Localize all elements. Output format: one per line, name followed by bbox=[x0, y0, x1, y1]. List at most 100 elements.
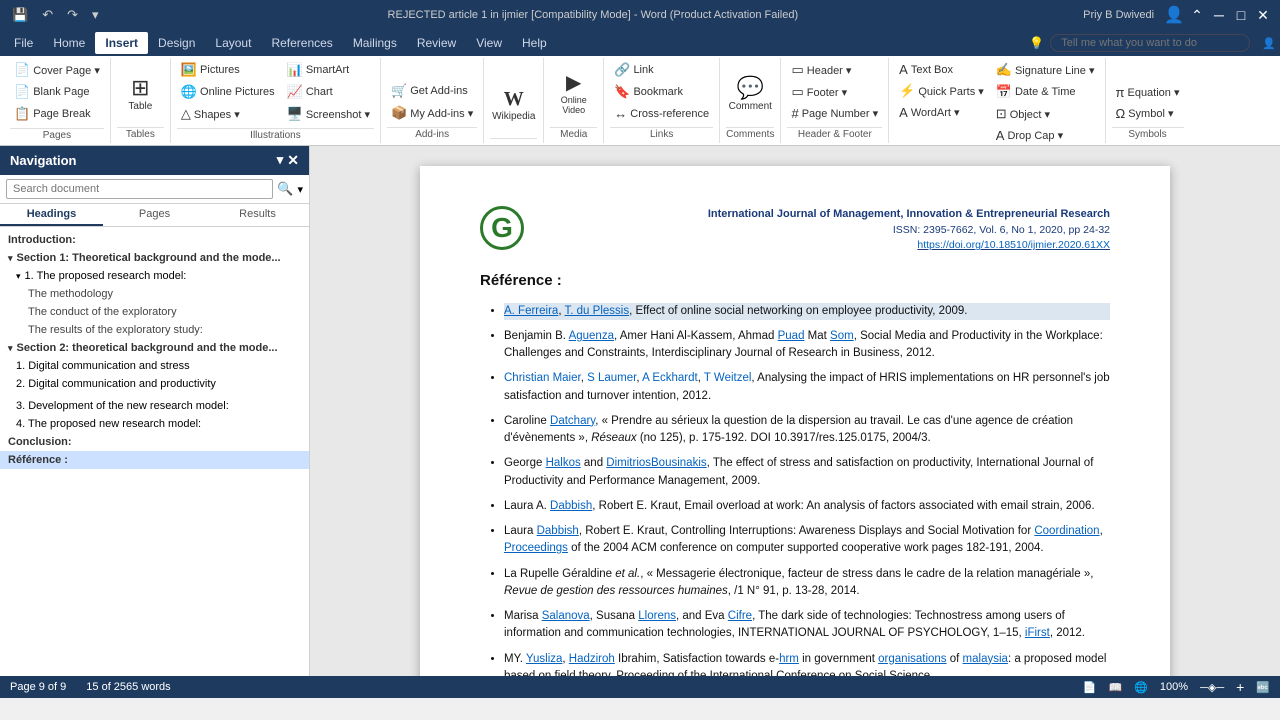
nav-item-conclusion[interactable]: Conclusion: bbox=[0, 433, 309, 451]
search-icon[interactable]: 🔍 bbox=[277, 181, 293, 197]
screenshot-button[interactable]: 🖥️ Screenshot ▾ bbox=[283, 104, 374, 124]
text-box-button[interactable]: A Text Box bbox=[895, 60, 988, 79]
nav-item-reference[interactable]: Référence : bbox=[0, 451, 309, 469]
tables-group-label: Tables bbox=[117, 127, 164, 141]
menu-review[interactable]: Review bbox=[407, 32, 466, 54]
maximize-button[interactable]: □ bbox=[1232, 6, 1250, 24]
ribbon-group-text: A Text Box ⚡ Quick Parts ▾ A WordArt ▾ ✍… bbox=[889, 58, 1105, 143]
search-dropdown-icon[interactable]: ▾ bbox=[297, 183, 303, 196]
nav-item-digital-stress[interactable]: 1. Digital communication and stress bbox=[0, 357, 309, 375]
nav-item-results[interactable]: The results of the exploratory study: bbox=[0, 321, 309, 339]
window-controls: Priy B Dwivedi 👤 ⌃ ─ □ ✕ bbox=[1083, 5, 1272, 25]
nav-tab-pages[interactable]: Pages bbox=[103, 204, 206, 226]
menu-help[interactable]: Help bbox=[512, 32, 557, 54]
list-item: MY. Yusliza, Hadziroh Ibrahim, Satisfact… bbox=[504, 651, 1110, 677]
drop-cap-button[interactable]: A Drop Cap ▾ bbox=[992, 126, 1099, 145]
language-indicator[interactable]: 🔤 bbox=[1256, 681, 1270, 694]
tell-me-input[interactable]: Tell me what you want to do bbox=[1050, 34, 1250, 52]
zoom-slider[interactable]: ─◈─ bbox=[1200, 681, 1224, 694]
nav-item-new-model[interactable]: 4. The proposed new research model: bbox=[0, 415, 309, 433]
view-read-mode-icon[interactable]: 📖 bbox=[1109, 681, 1123, 694]
wordart-button[interactable]: A WordArt ▾ bbox=[895, 103, 988, 122]
page-number-button[interactable]: # Page Number ▾ bbox=[787, 104, 882, 123]
ref-author: T. du Plessis bbox=[565, 305, 630, 317]
menu-layout[interactable]: Layout bbox=[205, 32, 261, 54]
symbol-button[interactable]: Ω Symbol ▾ bbox=[1112, 104, 1184, 123]
get-addins-button[interactable]: 🛒 Get Add-ins bbox=[387, 81, 477, 101]
footer-button[interactable]: ▭ Footer ▾ bbox=[787, 82, 882, 102]
pictures-button[interactable]: 🖼️ Pictures bbox=[177, 60, 279, 80]
close-button[interactable]: ✕ bbox=[1254, 6, 1272, 24]
menu-insert[interactable]: Insert bbox=[95, 32, 148, 54]
nav-item-digital-productivity[interactable]: 2. Digital communication and productivit… bbox=[0, 375, 309, 393]
smartart-button[interactable]: 📊 SmartArt bbox=[283, 60, 374, 80]
document-area[interactable]: G International Journal of Management, I… bbox=[310, 146, 1280, 676]
header-button[interactable]: ▭ Header ▾ bbox=[787, 60, 882, 80]
doi-link[interactable]: https://doi.org/10.18510/ijmier.2020.61X… bbox=[917, 239, 1110, 251]
menu-file[interactable]: File bbox=[4, 32, 43, 54]
redo-icon[interactable]: ↷ bbox=[63, 5, 82, 25]
view-web-icon[interactable]: 🌐 bbox=[1134, 681, 1148, 694]
nav-item-methodology[interactable]: The methodology bbox=[0, 285, 309, 303]
document-page: G International Journal of Management, I… bbox=[420, 166, 1170, 676]
online-pictures-button[interactable]: 🌐 Online Pictures bbox=[177, 82, 279, 102]
undo-icon[interactable]: ↶ bbox=[38, 5, 57, 25]
minimize-button[interactable]: ─ bbox=[1210, 6, 1228, 24]
journal-info: International Journal of Management, Inn… bbox=[534, 206, 1110, 254]
menu-references[interactable]: References bbox=[261, 32, 342, 54]
nav-collapse-button[interactable]: ▾ bbox=[277, 152, 284, 169]
nav-item-section2[interactable]: ▾ Section 2: theoretical background and … bbox=[0, 339, 309, 357]
nav-item-section1[interactable]: ▾ Section 1: Theoretical background and … bbox=[0, 249, 309, 267]
chart-button[interactable]: 📈 Chart bbox=[283, 82, 374, 102]
zoom-in-button[interactable]: + bbox=[1236, 679, 1244, 695]
journal-name: International Journal of Management, Inn… bbox=[534, 206, 1110, 223]
bookmark-button[interactable]: 🔖 Bookmark bbox=[610, 82, 713, 102]
illustrations-group-label: Illustrations bbox=[177, 128, 374, 142]
ref-author-link[interactable]: A Eckhardt bbox=[642, 372, 698, 384]
ref-author: Coordination bbox=[1034, 525, 1099, 537]
save-icon[interactable]: 💾 bbox=[8, 5, 32, 25]
ref-author-link[interactable]: T Weitzel bbox=[704, 372, 752, 384]
date-time-button[interactable]: 📅 Date & Time bbox=[992, 82, 1099, 102]
cover-page-button[interactable]: 📄 Cover Page ▾ bbox=[10, 60, 104, 80]
nav-item-development[interactable]: 3. Development of the new research model… bbox=[0, 397, 309, 415]
ref-author-link[interactable]: S Laumer bbox=[587, 372, 636, 384]
my-addins-button[interactable]: 📦 My Add-ins ▾ bbox=[387, 103, 477, 123]
table-button[interactable]: ⊞ Table bbox=[118, 65, 162, 123]
menu-view[interactable]: View bbox=[466, 32, 512, 54]
link-button[interactable]: 🔗 Link bbox=[610, 60, 713, 80]
page-break-button[interactable]: 📋 Page Break bbox=[10, 104, 104, 124]
ref-author: Aguenza bbox=[569, 330, 614, 342]
ribbon-group-illustrations: 🖼️ Pictures 🌐 Online Pictures △ Shapes ▾… bbox=[171, 58, 381, 143]
menu-mailings[interactable]: Mailings bbox=[343, 32, 407, 54]
nav-item-conduct[interactable]: The conduct of the exploratory bbox=[0, 303, 309, 321]
quick-parts-button[interactable]: ⚡ Quick Parts ▾ bbox=[895, 81, 988, 101]
menu-home[interactable]: Home bbox=[43, 32, 95, 54]
equation-button[interactable]: π Equation ▾ bbox=[1112, 83, 1184, 102]
cross-reference-button[interactable]: ↔ Cross-reference bbox=[610, 104, 713, 123]
online-video-button[interactable]: ▶ OnlineVideo bbox=[552, 65, 596, 123]
comments-group-label: Comments bbox=[726, 127, 774, 141]
nav-search-input[interactable] bbox=[6, 179, 273, 199]
view-print-layout-icon[interactable]: 📄 bbox=[1083, 681, 1097, 694]
nav-tab-results[interactable]: Results bbox=[206, 204, 309, 226]
profile-icon[interactable]: 👤 bbox=[1164, 5, 1184, 25]
nav-tab-headings[interactable]: Headings bbox=[0, 204, 103, 226]
share-icon[interactable]: 👤 bbox=[1262, 37, 1276, 50]
ref-author: Som bbox=[830, 330, 854, 342]
comment-button[interactable]: 💬 Comment bbox=[728, 65, 772, 123]
nav-item-proposed-model[interactable]: ▾ 1. The proposed research model: bbox=[0, 267, 309, 285]
quick-access-toolbar: 💾 ↶ ↷ ▾ bbox=[8, 5, 103, 25]
wikipedia-button[interactable]: W Wikipedia bbox=[492, 76, 536, 134]
object-button[interactable]: ⊡ Object ▾ bbox=[992, 104, 1099, 124]
nav-item-introduction[interactable]: Introduction: bbox=[0, 231, 309, 249]
shapes-button[interactable]: △ Shapes ▾ bbox=[177, 104, 279, 124]
blank-page-button[interactable]: 📄 Blank Page bbox=[10, 82, 104, 102]
ref-author-link[interactable]: Christian Maier bbox=[504, 372, 581, 384]
customize-icon[interactable]: ▾ bbox=[88, 5, 103, 25]
list-item: George Halkos and DimitriosBousinakis, T… bbox=[504, 455, 1110, 490]
signature-line-button[interactable]: ✍ Signature Line ▾ bbox=[992, 60, 1099, 80]
ribbon-toggle-button[interactable]: ⌃ bbox=[1188, 6, 1206, 24]
nav-close-button[interactable]: ✕ bbox=[287, 152, 299, 169]
menu-design[interactable]: Design bbox=[148, 32, 205, 54]
